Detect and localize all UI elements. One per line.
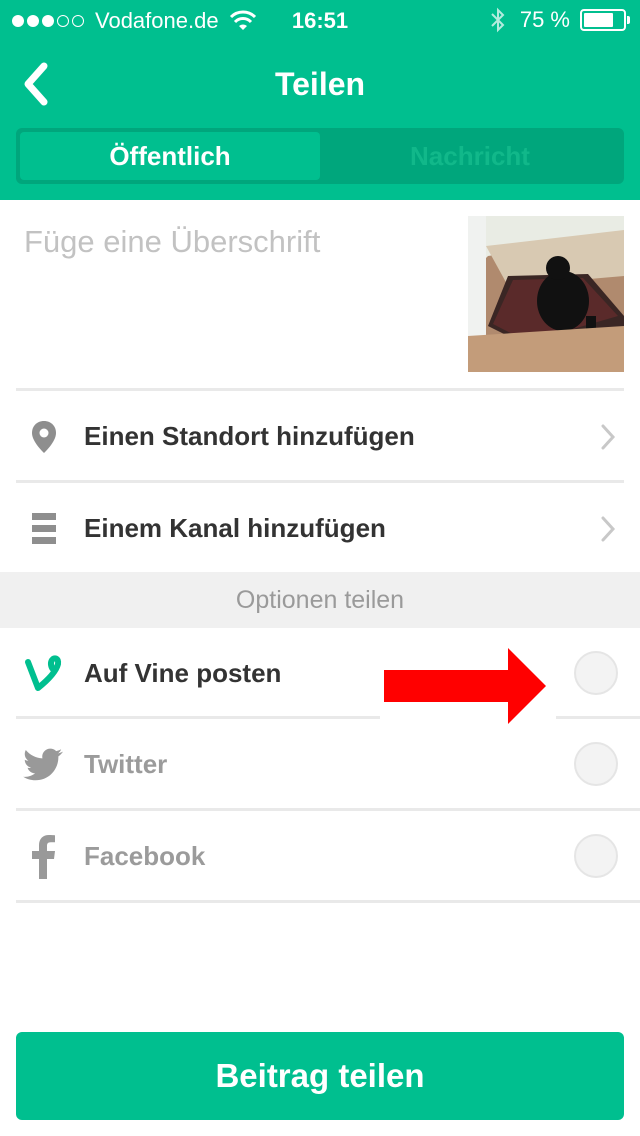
tab-message[interactable]: Nachricht <box>320 132 620 180</box>
add-channel-row[interactable]: Einem Kanal hinzufügen <box>0 483 640 573</box>
segmented-control: Öffentlich Nachricht <box>16 128 624 184</box>
share-twitter-toggle[interactable] <box>574 742 618 786</box>
battery-percent: 75 % <box>519 7 570 32</box>
share-post-button[interactable]: Beitrag teilen <box>16 1032 624 1120</box>
video-thumbnail[interactable] <box>468 216 624 372</box>
share-vine-toggle[interactable] <box>574 651 618 695</box>
divider <box>16 900 640 903</box>
add-location-row[interactable]: Einen Standort hinzufügen <box>0 391 640 481</box>
share-facebook-toggle[interactable] <box>574 834 618 878</box>
bluetooth-icon <box>491 7 505 33</box>
add-location-label: Einen Standort hinzufügen <box>84 420 415 451</box>
vine-icon <box>24 654 64 694</box>
status-bar: Vodafone.de 16:51 75 % <box>0 0 640 40</box>
page-title: Teilen <box>274 66 366 102</box>
red-arrow-icon <box>384 648 546 724</box>
share-facebook-row[interactable]: Facebook <box>0 811 640 901</box>
share-vine-label: Auf Vine posten <box>84 657 282 688</box>
share-facebook-label: Facebook <box>84 840 206 871</box>
facebook-icon <box>24 835 64 879</box>
battery-icon <box>580 9 630 31</box>
location-pin-icon <box>24 417 64 457</box>
share-options-header: Optionen teilen <box>0 572 640 628</box>
tab-public[interactable]: Öffentlich <box>20 132 320 180</box>
navigation-bar: Teilen <box>0 40 640 128</box>
caption-area <box>0 200 640 390</box>
add-channel-label: Einem Kanal hinzufügen <box>84 512 386 543</box>
chevron-right-icon <box>601 424 616 450</box>
share-twitter-label: Twitter <box>84 748 168 779</box>
share-twitter-row[interactable]: Twitter <box>0 719 640 809</box>
caption-input[interactable] <box>24 224 444 260</box>
twitter-icon <box>23 745 64 785</box>
thumbnail-image <box>468 216 624 372</box>
header: Vodafone.de 16:51 75 % Teilen Öffentlich <box>0 0 640 200</box>
chevron-right-icon <box>601 516 616 542</box>
channel-list-icon <box>24 509 64 549</box>
